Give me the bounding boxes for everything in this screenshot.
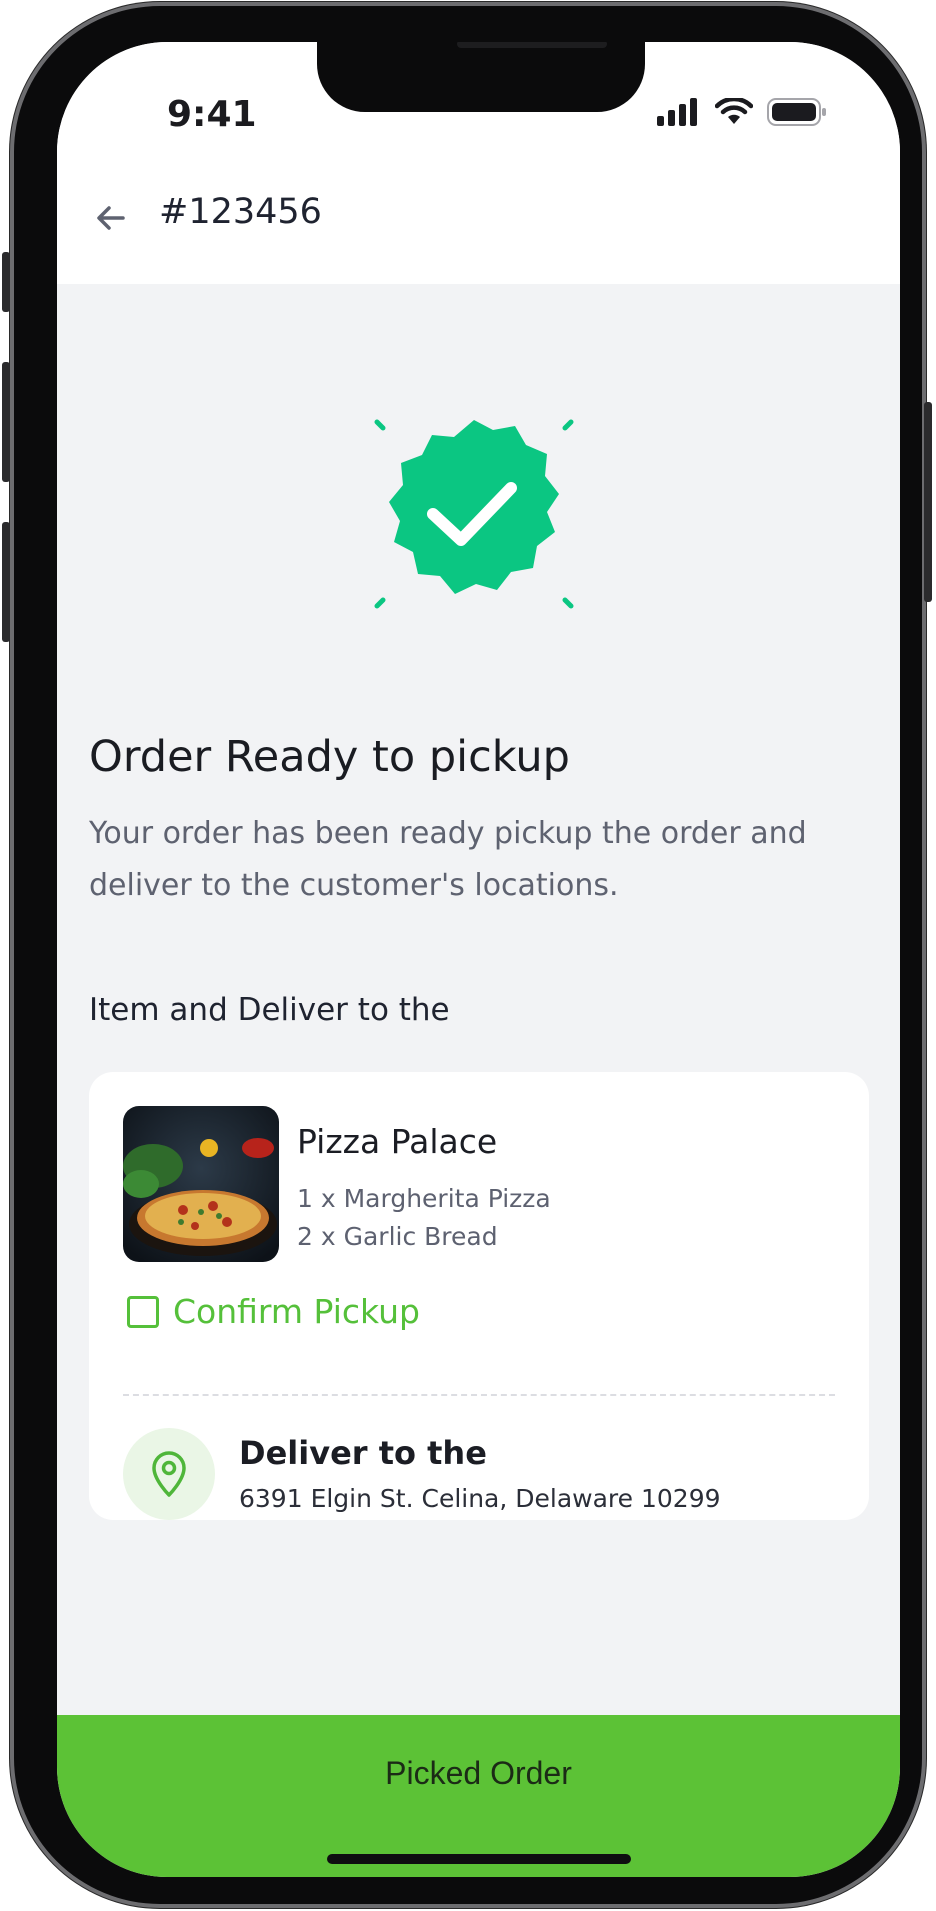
volume-down-button	[2, 522, 10, 642]
store-name: Pizza Palace	[297, 1122, 498, 1161]
power-button	[924, 402, 932, 602]
confirm-pickup-label: Confirm Pickup	[173, 1292, 421, 1331]
wifi-icon	[715, 98, 753, 124]
order-item: 1 x Margherita Pizza	[297, 1184, 551, 1213]
divider	[123, 1394, 835, 1396]
deliver-address: 6391 Elgin St. Celina, Delaware 10299	[239, 1484, 721, 1513]
success-description: Your order has been ready pickup the ord…	[89, 816, 807, 903]
order-item: 2 x Garlic Bread	[297, 1222, 498, 1251]
check-badge-icon	[374, 419, 574, 609]
speaker	[457, 42, 607, 48]
location-pin-badge	[123, 1428, 215, 1520]
home-indicator	[327, 1854, 631, 1864]
signal-icon	[657, 98, 697, 126]
status-time: 9:41	[167, 94, 257, 135]
picked-order-label: Picked Order	[385, 1755, 572, 1791]
pizza-image	[123, 1106, 279, 1262]
section-title: Item and Deliver to the	[89, 992, 450, 1028]
notch	[317, 42, 645, 112]
success-title: Order Ready to pickup	[89, 732, 570, 782]
order-card: Pizza Palace 1 x Margherita Pizza 2 x Ga…	[89, 1072, 869, 1520]
battery-icon	[767, 98, 826, 126]
deliver-title: Deliver to the	[239, 1434, 487, 1472]
order-id-title: #123456	[159, 192, 322, 232]
confirm-pickup-checkbox[interactable]: Confirm Pickup	[127, 1292, 420, 1331]
phone-frame: 9:41 #123456 Order Ready to pickup Your …	[2, 2, 932, 1908]
back-arrow-icon[interactable]	[93, 200, 129, 236]
screen: 9:41 #123456 Order Ready to pickup Your …	[57, 42, 900, 1877]
picked-order-button[interactable]: Picked Order	[57, 1715, 900, 1877]
mute-switch	[2, 252, 10, 312]
location-pin-icon	[152, 1451, 186, 1497]
volume-up-button	[2, 362, 10, 482]
checkbox-box[interactable]	[127, 1295, 159, 1328]
status-icons	[657, 97, 827, 127]
